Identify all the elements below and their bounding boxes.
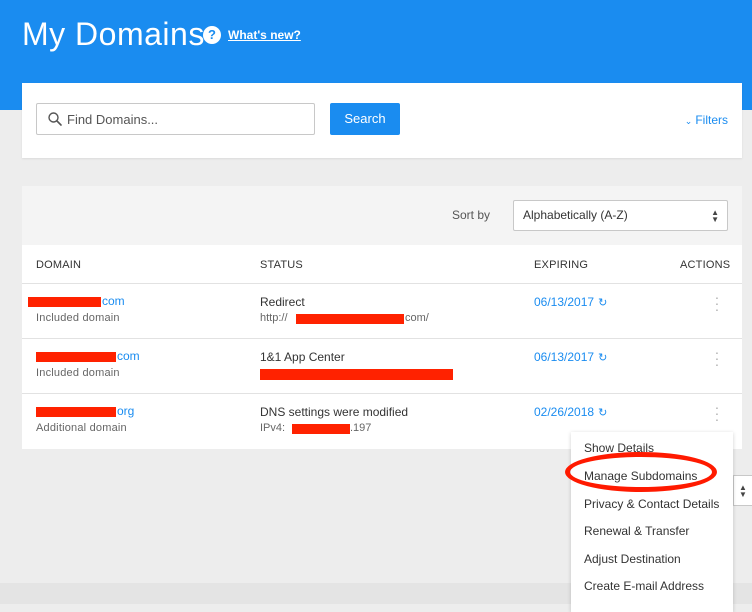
more-actions-icon[interactable]: · · · [712,345,722,371]
status-detail-suffix: .197 [350,422,372,434]
domain-link[interactable]: com [102,294,125,308]
renew-icon: ↻ [598,352,608,364]
status-text: Redirect [260,295,305,309]
help-icon[interactable]: ? [203,26,221,44]
expiring-date[interactable]: 02/26/2018 ↻ [534,405,607,419]
expiring-date-text: 02/26/2018 [534,405,595,419]
select-arrows-icon: ▲ ▼ [711,208,719,224]
sort-label: Sort by [452,208,491,222]
status-detail-suffix: com/ [405,312,429,324]
filters-label: Filters [695,113,728,127]
expiring-date[interactable]: 06/13/2017 ↻ [534,295,607,309]
status-detail-prefix: IPv4: [260,422,286,434]
search-placeholder: Find Domains... [67,112,159,127]
more-actions-icon[interactable]: · · · [712,400,722,426]
redacted-domain-name [36,352,116,362]
find-domains-input[interactable]: Find Domains... [36,103,315,135]
expiring-date[interactable]: 06/13/2017 ↻ [534,350,607,364]
sort-select-value: Alphabetically (A-Z) [523,208,628,222]
column-header-expiring: EXPIRING [534,259,589,271]
menu-item-privacy-contact[interactable]: Privacy & Contact Details [584,497,719,511]
expiring-date-text: 06/13/2017 [534,350,595,364]
column-header-domain: DOMAIN [36,259,82,271]
table-row: com Included domain 1&1 App Center 06/13… [22,338,742,394]
domains-table: Sort by Alphabetically (A-Z) ▲ ▼ DOMAIN S… [22,186,742,449]
redacted-status-detail [260,369,453,380]
renew-icon: ↻ [598,407,608,419]
status-detail-prefix: http:// [260,312,288,324]
sort-select[interactable]: Alphabetically (A-Z) ▲ ▼ [513,200,728,231]
page-title: My Domains [22,16,205,52]
table-row: com Included domain Redirect http:// com… [22,283,742,339]
expiring-date-text: 06/13/2017 [534,295,595,309]
column-header-actions: ACTIONS [680,259,731,271]
column-header-status: STATUS [260,259,303,271]
chevron-down-icon: ⌄ [684,116,693,126]
redacted-ip [292,424,350,434]
menu-item-create-email[interactable]: Create E-mail Address [584,579,704,593]
status-text: DNS settings were modified [260,405,409,419]
domain-link[interactable]: org [117,404,134,418]
domain-type: Included domain [36,312,120,324]
menu-item-adjust-destination[interactable]: Adjust Destination [584,552,681,566]
highlight-annotation [565,452,717,492]
search-card: Find Domains... Search ⌄ Filters [22,83,742,158]
redacted-url [296,314,404,324]
domain-link[interactable]: com [117,349,140,363]
redacted-domain-name [36,407,116,417]
menu-item-renewal-transfer[interactable]: Renewal & Transfer [584,524,689,538]
search-button[interactable]: Search [330,103,400,135]
status-text: 1&1 App Center [260,350,345,364]
more-actions-icon[interactable]: · · · [712,290,722,316]
search-icon [48,112,62,126]
sort-bar: Sort by Alphabetically (A-Z) ▲ ▼ [22,186,742,245]
redacted-domain-name [28,297,101,307]
domain-type: Included domain [36,367,120,379]
filters-toggle[interactable]: ⌄ Filters [685,113,728,127]
select-arrows-icon: ▲ ▼ [733,475,752,506]
domain-type: Additional domain [36,422,127,434]
whats-new-link[interactable]: What's new? [228,28,301,42]
renew-icon: ↻ [598,297,608,309]
